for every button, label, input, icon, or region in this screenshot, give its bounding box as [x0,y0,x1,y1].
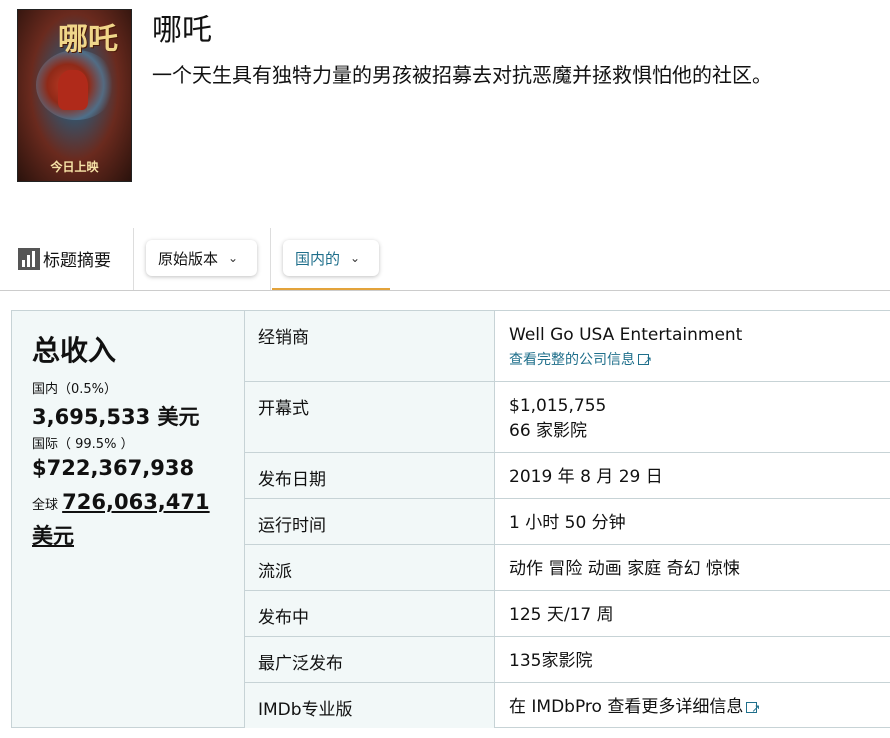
international-gross: $722,367,938 [32,456,195,480]
movie-poster: 哪吒 今日上映 [17,9,132,182]
table-row: IMDb专业版 在 IMDbPro 查看更多详细信息 [245,683,890,728]
region-dropdown[interactable]: 国内的 ⌄ [283,240,379,276]
opening-label: 开幕式 [245,382,495,452]
runtime-value: 1 小时 50 分钟 [509,513,626,533]
imdbpro-link[interactable]: 在 IMDbPro 查看更多详细信息 [495,683,890,721]
in-release-label: 发布中 [245,591,495,636]
genres-value: 动作 冒险 动画 家庭 奇幻 惊悚 [509,559,741,579]
imdbpro-link-label: 在 IMDbPro 查看更多详细信息 [509,697,744,717]
release-date-link[interactable]: 2019 年 8 月 29 日 [495,453,890,490]
in-release-value: 125 天/17 周 [509,605,614,625]
tab-divider [270,228,271,290]
version-dropdown-label: 原始版本 [158,249,219,268]
worldwide-label: 全球 [32,498,59,513]
region-dropdown-label: 国内的 [295,249,341,268]
tab-bar: 标题摘要 原始版本 ⌄ 国内的 ⌄ [0,228,890,290]
summary-panel: 总收入 国内（0.5%） 3,695,533 美元 国际（ 99.5% ） $7… [11,310,890,728]
company-info-link-label: 查看完整的公司信息 [509,352,635,368]
table-row: 运行时间 1 小时 50 分钟 [245,499,890,545]
table-row: 开幕式 $1,015,755 66 家影院 [245,382,890,453]
chevron-down-icon: ⌄ [228,251,239,265]
movie-title: 哪吒 [152,13,212,48]
opening-value: $1,015,755 [509,396,607,416]
poster-title-art: 哪吒 [58,22,118,57]
table-row: 发布日期 2019 年 8 月 29 日 [245,453,890,499]
external-link-icon [638,348,652,373]
opening-theaters: 66 家影院 [509,421,588,441]
table-row: 流派 动作 冒险 动画 家庭 奇幻 惊悚 [245,545,890,591]
distributor-label: 经销商 [245,311,495,381]
runtime-label: 运行时间 [245,499,495,544]
table-row: 最广泛发布 135家影院 [245,637,890,683]
distributor-value: Well Go USA Entertainment [509,325,743,345]
widest-release-value: 135家影院 [509,651,593,671]
worldwide-value: 726,063,471 美元 [32,490,210,548]
tab-title-summary[interactable]: 标题摘要 [18,246,111,271]
version-dropdown[interactable]: 原始版本 ⌄ [146,240,257,276]
table-row: 发布中 125 天/17 周 [245,591,890,637]
imdbpro-label: IMDb专业版 [245,683,495,728]
release-date-label: 发布日期 [245,453,495,498]
external-link-icon [746,696,760,721]
tab-divider [133,228,134,290]
tab-bar-divider [0,290,890,291]
table-row: 经销商 Well Go USA Entertainment 查看完整的公司信息 [245,311,890,382]
poster-figure [58,70,88,110]
tab-summary-label: 标题摘要 [43,251,111,271]
chevron-down-icon: ⌄ [350,251,361,265]
domestic-gross: 3,695,533 美元 [32,405,200,429]
bar-chart-icon [18,247,40,270]
company-info-link[interactable]: 查看完整的公司信息 [509,348,890,373]
movie-description: 一个天生具有独特力量的男孩被招募去对抗恶魔并拯救惧怕他的社区。 [152,63,772,87]
gross-heading: 总收入 [32,334,117,367]
poster-release-text: 今日上映 [50,160,99,174]
widest-release-label: 最广泛发布 [245,637,495,682]
genres-label: 流派 [245,545,495,590]
opening-cell: $1,015,755 66 家影院 [495,382,890,444]
distributor-cell: Well Go USA Entertainment 查看完整的公司信息 [495,311,890,373]
domestic-label: 国内（0.5%） [32,382,118,397]
gross-summary: 总收入 国内（0.5%） 3,695,533 美元 国际（ 99.5% ） $7… [12,311,245,727]
worldwide-gross: 全球 726,063,471 美元 [32,487,237,555]
international-label: 国际（ 99.5% ） [32,437,134,452]
